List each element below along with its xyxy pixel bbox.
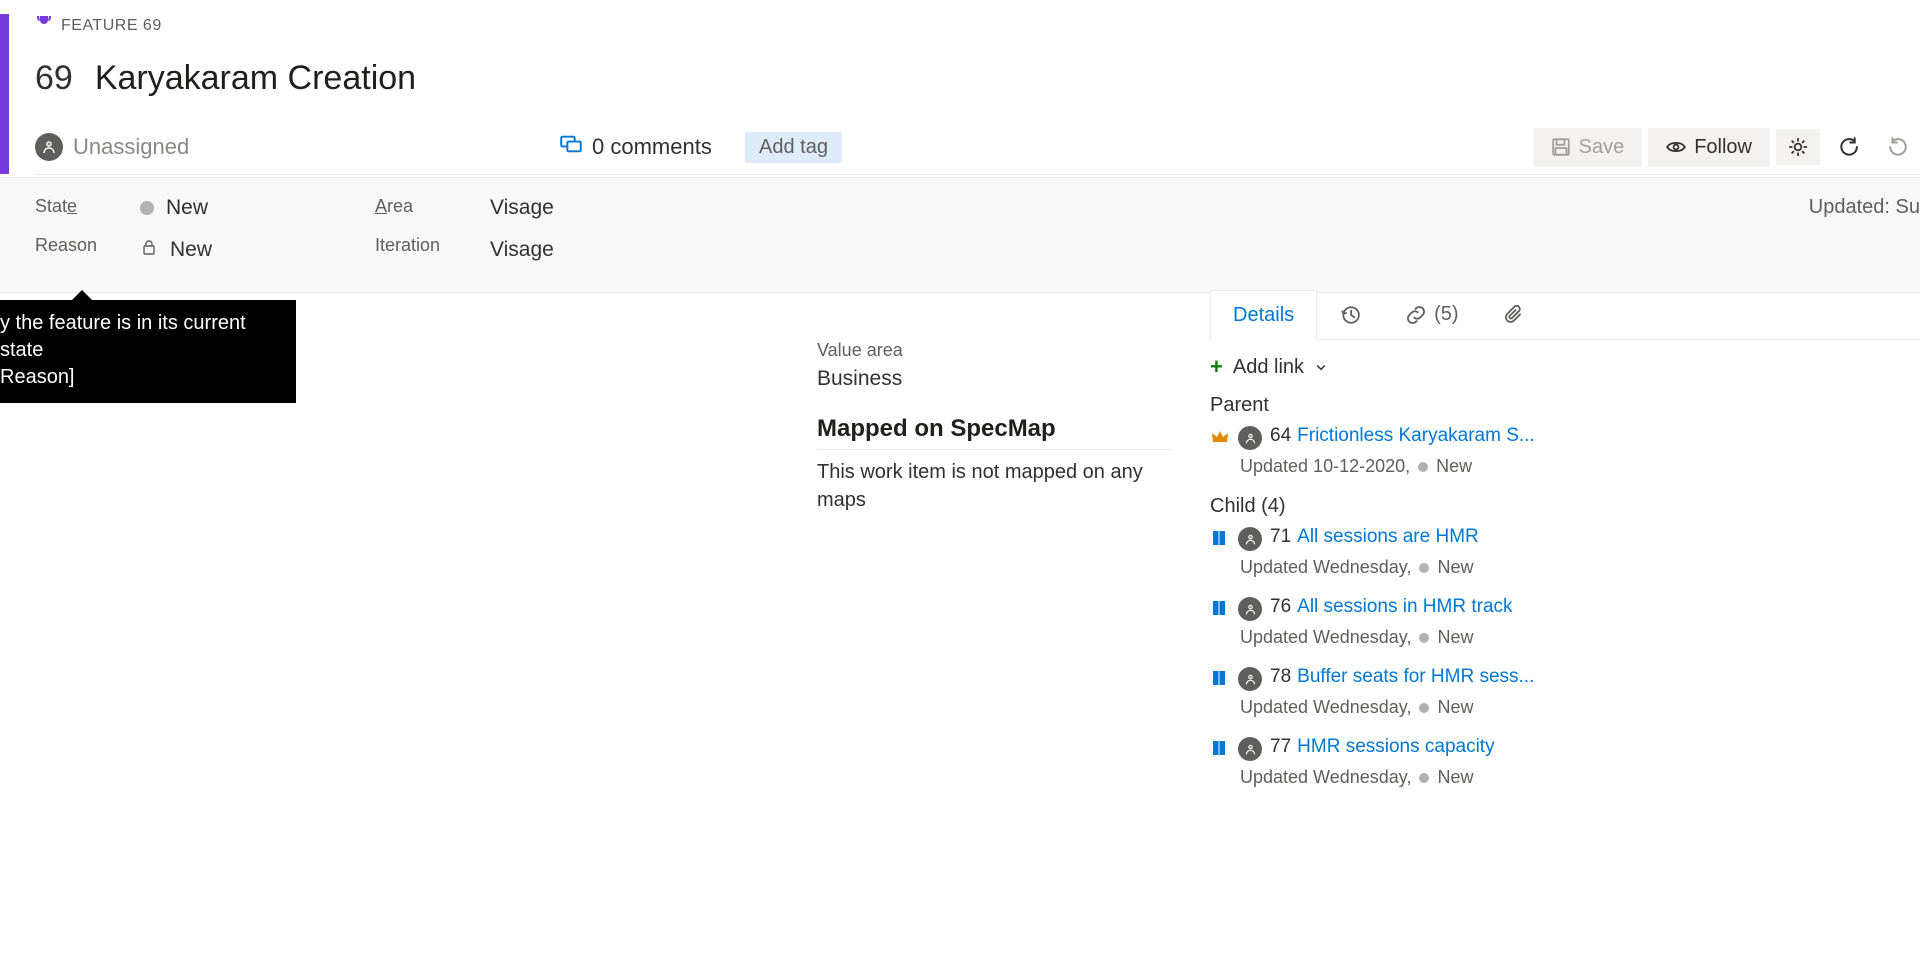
value-area-label: Value area [817, 340, 1172, 361]
child-title[interactable]: HMR sessions capacity [1297, 736, 1494, 758]
tab-attachments[interactable] [1482, 290, 1548, 339]
details-middle-column: Value area Business Mapped on SpecMap Th… [817, 340, 1172, 514]
action-bar: Save Follow [1533, 128, 1920, 167]
follow-label: Follow [1694, 136, 1752, 159]
feature-icon [35, 14, 53, 37]
history-icon [1340, 305, 1360, 325]
state-dot-icon [1419, 633, 1429, 643]
comments-indicator[interactable]: 0 comments [560, 134, 712, 160]
lock-icon [140, 238, 158, 262]
attachment-icon [1505, 305, 1525, 325]
state-dot-icon [1419, 703, 1429, 713]
save-button: Save [1533, 128, 1643, 167]
child-substatus: Updated Wednesday,New [1210, 627, 1920, 648]
right-pane: Details (5) + Add link Parent 64 Frictio… [1210, 290, 1920, 806]
area-field-label: Area [375, 196, 490, 217]
child-id: 76 [1270, 596, 1291, 618]
assignee-picker[interactable]: Unassigned [35, 133, 189, 161]
state-field-label: State [35, 196, 140, 217]
plus-icon: + [1210, 354, 1223, 380]
unassigned-avatar-icon [35, 133, 63, 161]
state-section: State Reason New New Area Iteration Visa… [0, 177, 1920, 293]
reason-field-label: Reason [35, 235, 140, 256]
reason-field-value[interactable]: New [140, 238, 375, 262]
accent-bar [0, 14, 9, 174]
tab-details[interactable]: Details [1210, 290, 1317, 340]
content-area: Value area Business Mapped on SpecMap Th… [0, 340, 1920, 968]
assignee-text: Unassigned [73, 134, 189, 160]
right-pane-tabs: Details (5) [1210, 290, 1920, 340]
add-tag-button[interactable]: Add tag [745, 132, 842, 163]
save-icon [1551, 137, 1571, 157]
specmap-heading: Mapped on SpecMap [817, 415, 1172, 450]
refresh-button[interactable] [1826, 129, 1870, 165]
work-item-title[interactable]: Karyakaram Creation [95, 59, 416, 98]
area-field-value[interactable]: Visage [490, 196, 554, 220]
parent-heading: Parent [1210, 394, 1920, 417]
parent-link-item[interactable]: 64 Frictionless Karyakaram S... [1210, 425, 1920, 450]
undo-icon [1888, 137, 1908, 157]
child-title[interactable]: All sessions in HMR track [1297, 596, 1512, 618]
state-dot-icon [1418, 462, 1428, 472]
iteration-field-label: Iteration [375, 235, 490, 256]
child-id: 71 [1270, 526, 1291, 548]
value-area-value[interactable]: Business [817, 367, 1172, 391]
user-story-icon [1210, 669, 1230, 690]
settings-button[interactable] [1776, 129, 1820, 165]
specmap-body: This work item is not mapped on any maps [817, 458, 1172, 514]
unassigned-avatar-icon [1238, 737, 1262, 761]
meta-bar: Unassigned 0 comments Add tag Save Follo… [35, 120, 1920, 175]
refresh-icon [1838, 137, 1858, 157]
work-item-type: FEATURE 69 [61, 17, 162, 35]
child-substatus: Updated Wednesday,New [1210, 767, 1920, 788]
save-label: Save [1579, 136, 1625, 159]
child-id: 78 [1270, 666, 1291, 688]
gear-icon [1788, 137, 1808, 157]
unassigned-avatar-icon [1238, 527, 1262, 551]
child-link-item[interactable]: 71 All sessions are HMR [1210, 526, 1920, 551]
tab-links[interactable]: (5) [1383, 290, 1481, 339]
link-icon [1406, 305, 1426, 325]
follow-icon [1666, 137, 1686, 157]
user-story-icon [1210, 599, 1230, 620]
comments-icon [560, 134, 582, 160]
parent-id: 64 [1270, 425, 1291, 447]
child-substatus: Updated Wednesday,New [1210, 697, 1920, 718]
updated-hint: Updated: Su [1809, 196, 1920, 219]
child-id: 77 [1270, 736, 1291, 758]
follow-button[interactable]: Follow [1648, 128, 1770, 167]
add-link-label: Add link [1233, 356, 1304, 379]
unassigned-avatar-icon [1238, 597, 1262, 621]
state-text: New [166, 196, 208, 220]
tab-history[interactable] [1317, 290, 1383, 339]
child-title[interactable]: Buffer seats for HMR sess... [1297, 666, 1534, 688]
child-link-item[interactable]: 78 Buffer seats for HMR sess... [1210, 666, 1920, 691]
state-field-value[interactable]: New [140, 196, 375, 220]
child-heading: Child (4) [1210, 495, 1920, 518]
state-dot-icon [1419, 563, 1429, 573]
work-item-header: FEATURE 69 69 Karyakaram Creation [35, 14, 1920, 98]
unassigned-avatar-icon [1238, 426, 1262, 450]
child-substatus: Updated Wednesday,New [1210, 557, 1920, 578]
work-item-id: 69 [35, 59, 73, 98]
add-link-button[interactable]: + Add link [1210, 354, 1920, 380]
chevron-down-icon [1314, 360, 1328, 374]
child-link-item[interactable]: 76 All sessions in HMR track [1210, 596, 1920, 621]
state-dot-icon [140, 201, 154, 215]
undo-button [1876, 129, 1920, 165]
user-story-icon [1210, 529, 1230, 550]
reason-text: New [170, 238, 212, 262]
iteration-field-value[interactable]: Visage [490, 238, 554, 262]
child-title[interactable]: All sessions are HMR [1297, 526, 1479, 548]
comments-count: 0 comments [592, 134, 712, 160]
user-story-icon [1210, 739, 1230, 760]
child-link-item[interactable]: 77 HMR sessions capacity [1210, 736, 1920, 761]
unassigned-avatar-icon [1238, 667, 1262, 691]
parent-substatus: Updated 10-12-2020, New [1210, 456, 1920, 477]
epic-icon [1210, 428, 1230, 449]
parent-title[interactable]: Frictionless Karyakaram S... [1297, 425, 1535, 447]
state-dot-icon [1419, 773, 1429, 783]
links-count: (5) [1434, 303, 1458, 326]
